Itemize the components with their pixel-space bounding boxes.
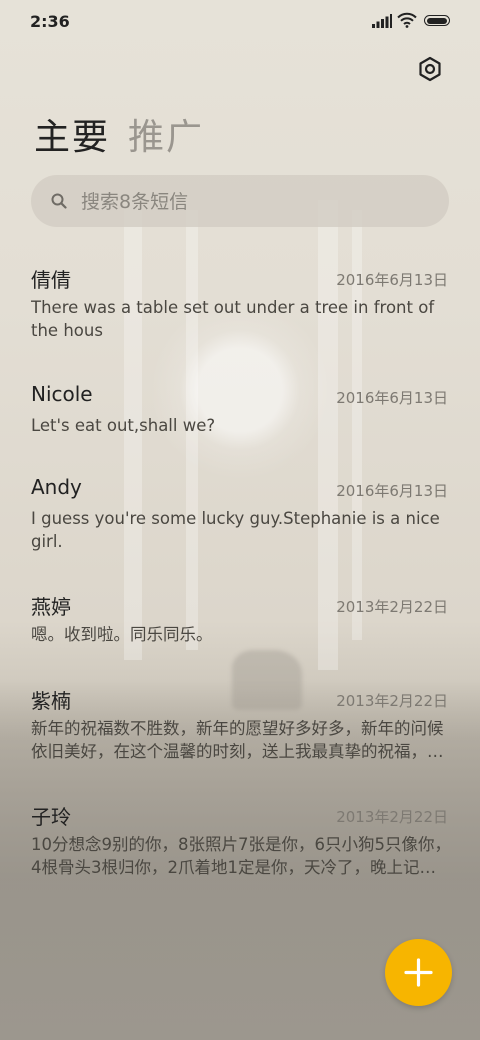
search-input[interactable] [79,175,423,229]
wifi-icon [397,12,417,28]
message-preview: There was a table set out under a tree i… [31,298,435,340]
conversation-item[interactable]: 紫楠 2013年2月22日 新年的祝福数不胜数，新年的愿望好多好多，新年的问候依… [0,669,480,777]
search-icon [51,193,67,209]
message-date: 2013年2月22日 [336,808,448,826]
conversation-item[interactable]: 燕婷 2013年2月22日 嗯。收到啦。同乐同乐。 [0,575,480,665]
message-date: 2016年6月13日 [336,389,448,407]
message-preview: 新年的祝福数不胜数，新年的愿望好多好多，新年的问候依旧美好，在这个温馨的时刻，送… [31,719,444,761]
message-date: 2013年2月22日 [336,692,448,710]
message-date: 2013年2月22日 [336,598,448,616]
message-date: 2016年6月13日 [336,271,448,289]
battery-icon [424,15,450,26]
conversation-item[interactable]: Nicole 2016年6月13日 Let's eat out,shall we… [0,366,480,456]
contact-name: Andy [31,475,82,499]
search-bar[interactable] [31,175,449,229]
contact-name: 子玲 [31,805,71,829]
message-preview: 10分想念9别的你，8张照片7张是你，6只小狗5只像你，4根骨头3根归你，2爪着… [31,835,451,877]
new-message-button[interactable] [385,939,452,1006]
conversation-item[interactable]: 倩倩 2016年6月13日 There was a table set out … [0,248,480,356]
message-date: 2016年6月13日 [336,482,448,500]
plus-icon [404,958,433,987]
contact-name: 倩倩 [31,268,71,292]
message-preview: Let's eat out,shall we? [31,416,216,435]
message-preview: 嗯。收到啦。同乐同乐。 [31,625,213,644]
signal-icon [372,14,392,28]
conversation-item[interactable]: Andy 2016年6月13日 I guess you're some luck… [0,459,480,567]
contact-name: 紫楠 [31,689,71,713]
settings-hexagon-icon[interactable] [417,56,443,82]
tab-promotions[interactable]: 推广 [128,108,204,160]
contact-name: Nicole [31,382,93,406]
tab-bar: 主要 推广 [34,108,222,158]
conversation-item[interactable]: 子玲 2013年2月22日 10分想念9别的你，8张照片7张是你，6只小狗5只像… [0,785,480,893]
status-bar: 2:36 [0,0,480,44]
contact-name: 燕婷 [31,595,71,619]
status-time: 2:36 [30,12,70,31]
message-preview: I guess you're some lucky guy.Stephanie … [31,509,440,551]
tab-primary[interactable]: 主要 [34,108,110,160]
